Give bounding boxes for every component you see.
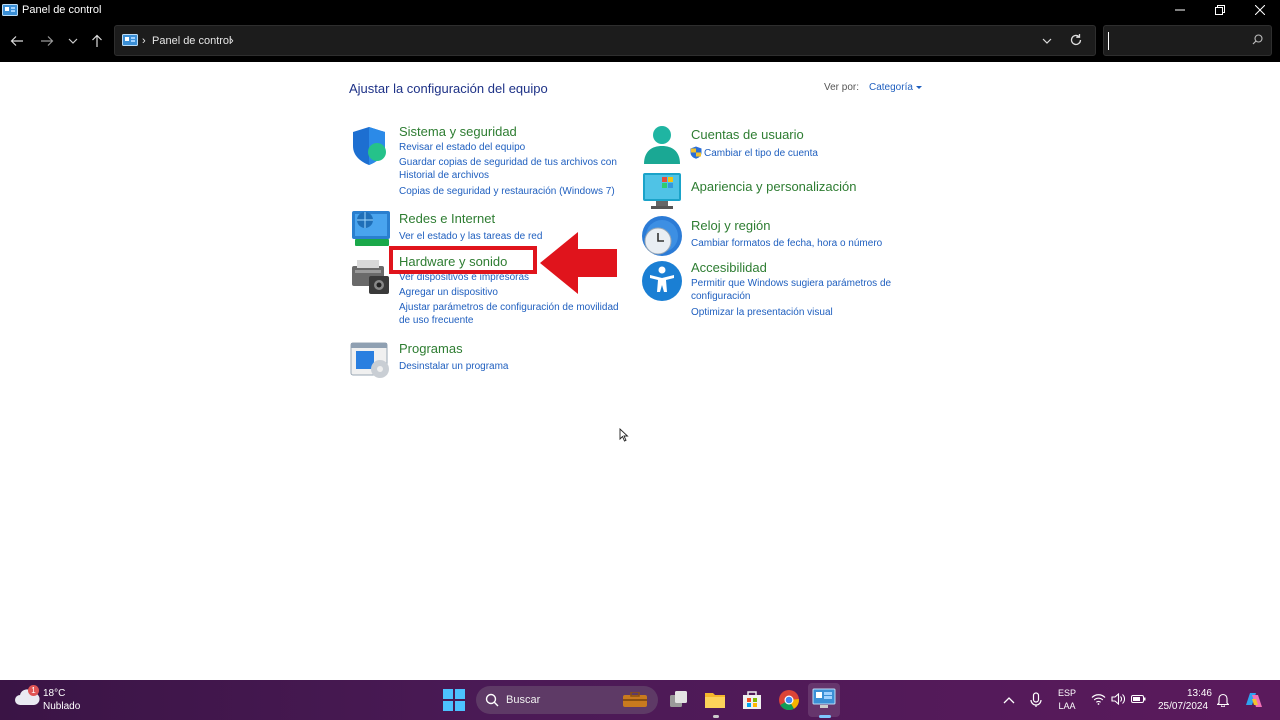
mouse-cursor-icon [619, 428, 629, 442]
link-mobility-settings[interactable]: Ajustar parámetros de configuración de m… [399, 301, 629, 327]
link-optimize-display[interactable]: Optimizar la presentación visual [691, 306, 833, 319]
search-input[interactable] [1108, 32, 1243, 50]
window-title: Panel de control [22, 4, 102, 16]
monitor-icon[interactable] [640, 170, 684, 214]
minimize-button[interactable] [1160, 0, 1200, 20]
category-title-system-security[interactable]: Sistema y seguridad [399, 124, 517, 139]
category-title-appearance[interactable]: Apariencia y personalización [691, 179, 856, 194]
accessibility-icon[interactable] [640, 259, 684, 303]
network-icon[interactable] [349, 208, 393, 252]
language-indicator[interactable]: ESP [1056, 688, 1078, 698]
weather-description: Nublado [43, 701, 81, 712]
close-icon [1255, 5, 1265, 15]
breadcrumb-control-panel[interactable]: Panel de control [152, 35, 232, 47]
clock-icon[interactable] [640, 214, 684, 258]
file-explorer-running-indicator [713, 715, 719, 718]
chrome-icon[interactable] [777, 688, 801, 712]
category-title-programs[interactable]: Programas [399, 341, 463, 356]
link-uninstall-program[interactable]: Desinstalar un programa [399, 360, 509, 373]
category-title-clock-region[interactable]: Reloj y región [691, 218, 771, 233]
chevron-right-icon[interactable]: › [230, 35, 234, 47]
arrow-left-icon [10, 36, 23, 46]
chevron-down-icon [1042, 38, 1052, 44]
highlight-annotation [389, 246, 537, 274]
user-icon[interactable] [640, 124, 684, 168]
title-bar: Panel de control [0, 0, 1280, 20]
wifi-icon[interactable] [1091, 693, 1106, 705]
restore-icon [1215, 5, 1225, 15]
link-date-formats[interactable]: Cambiar formatos de fecha, hora o número [691, 237, 882, 250]
link-add-device[interactable]: Agregar un dispositivo [399, 286, 498, 299]
link-suggest-settings[interactable]: Permitir que Windows sugiera parámetros … [691, 277, 901, 303]
microphone-icon[interactable] [1030, 692, 1042, 708]
windows-start-icon[interactable] [443, 689, 465, 711]
link-change-account-type[interactable]: Cambiar el tipo de cuenta [704, 147, 818, 160]
uac-shield-icon [690, 146, 702, 159]
page-title: Ajustar la configuración del equipo [349, 81, 548, 96]
taskbar: 1 18°C Nublado Buscar ESP LAA 13:46 25/0… [0, 680, 1280, 720]
chevron-right-icon[interactable]: › [142, 35, 146, 47]
maximize-button[interactable] [1200, 0, 1240, 20]
control-panel-taskbar-button[interactable] [808, 683, 840, 717]
back-button[interactable] [7, 31, 27, 51]
weather-temperature: 18°C [43, 688, 66, 699]
printer-icon[interactable] [349, 256, 393, 300]
control-panel-icon [2, 4, 18, 16]
arrow-annotation-icon [540, 232, 617, 294]
view-by-value: Categoría [869, 82, 913, 93]
taskbar-search[interactable]: Buscar [476, 686, 658, 714]
weather-notification-badge: 1 [28, 685, 39, 696]
refresh-button[interactable] [1069, 33, 1083, 52]
link-file-history[interactable]: Guardar copias de seguridad de tus archi… [399, 156, 624, 182]
link-check-status[interactable]: Revisar el estado del equipo [399, 141, 525, 154]
chevron-down-icon [68, 38, 78, 44]
search-icon [1252, 34, 1263, 45]
search-box[interactable] [1103, 25, 1272, 56]
arrow-right-icon [41, 36, 54, 46]
microsoft-store-icon[interactable] [740, 688, 764, 712]
control-panel-icon [812, 688, 836, 708]
address-history-button[interactable] [1041, 34, 1053, 52]
keyboard-layout-indicator[interactable]: LAA [1056, 701, 1078, 711]
shield-icon[interactable] [349, 124, 393, 168]
forward-button[interactable] [37, 31, 57, 51]
programs-icon[interactable] [349, 339, 393, 383]
task-view-icon[interactable] [667, 688, 691, 712]
file-explorer-icon[interactable] [703, 688, 727, 712]
view-by-label: Ver por: [824, 82, 860, 93]
address-box[interactable]: › Panel de control › [114, 25, 1096, 56]
caret-down-icon [915, 85, 922, 89]
refresh-icon [1070, 34, 1082, 46]
copilot-icon[interactable] [1243, 689, 1265, 711]
notification-bell-icon[interactable] [1217, 692, 1229, 707]
search-icon [485, 693, 499, 707]
up-button[interactable] [87, 31, 107, 51]
clock-time[interactable]: 13:46 [1184, 688, 1212, 699]
briefcase-icon [623, 692, 647, 707]
control-panel-icon [122, 34, 138, 46]
category-title-network[interactable]: Redes e Internet [399, 211, 495, 226]
volume-icon[interactable] [1111, 693, 1125, 705]
arrow-up-icon [92, 34, 102, 47]
link-network-status[interactable]: Ver el estado y las tareas de red [399, 230, 542, 243]
battery-icon[interactable] [1131, 694, 1146, 704]
recent-locations-button[interactable] [63, 31, 83, 51]
category-title-user-accounts[interactable]: Cuentas de usuario [691, 127, 804, 142]
control-panel-active-indicator [819, 715, 831, 718]
minimize-icon [1175, 9, 1185, 11]
view-by-dropdown[interactable]: Categoría [869, 82, 922, 93]
navigation-bar: › Panel de control › [0, 20, 1280, 62]
taskbar-search-label: Buscar [506, 694, 541, 706]
category-title-accessibility[interactable]: Accesibilidad [691, 260, 767, 275]
chevron-up-icon[interactable] [1003, 695, 1015, 705]
clock-date[interactable]: 25/07/2024 [1158, 701, 1208, 712]
link-backup-restore[interactable]: Copias de seguridad y restauración (Wind… [399, 185, 615, 198]
close-button[interactable] [1240, 0, 1280, 20]
